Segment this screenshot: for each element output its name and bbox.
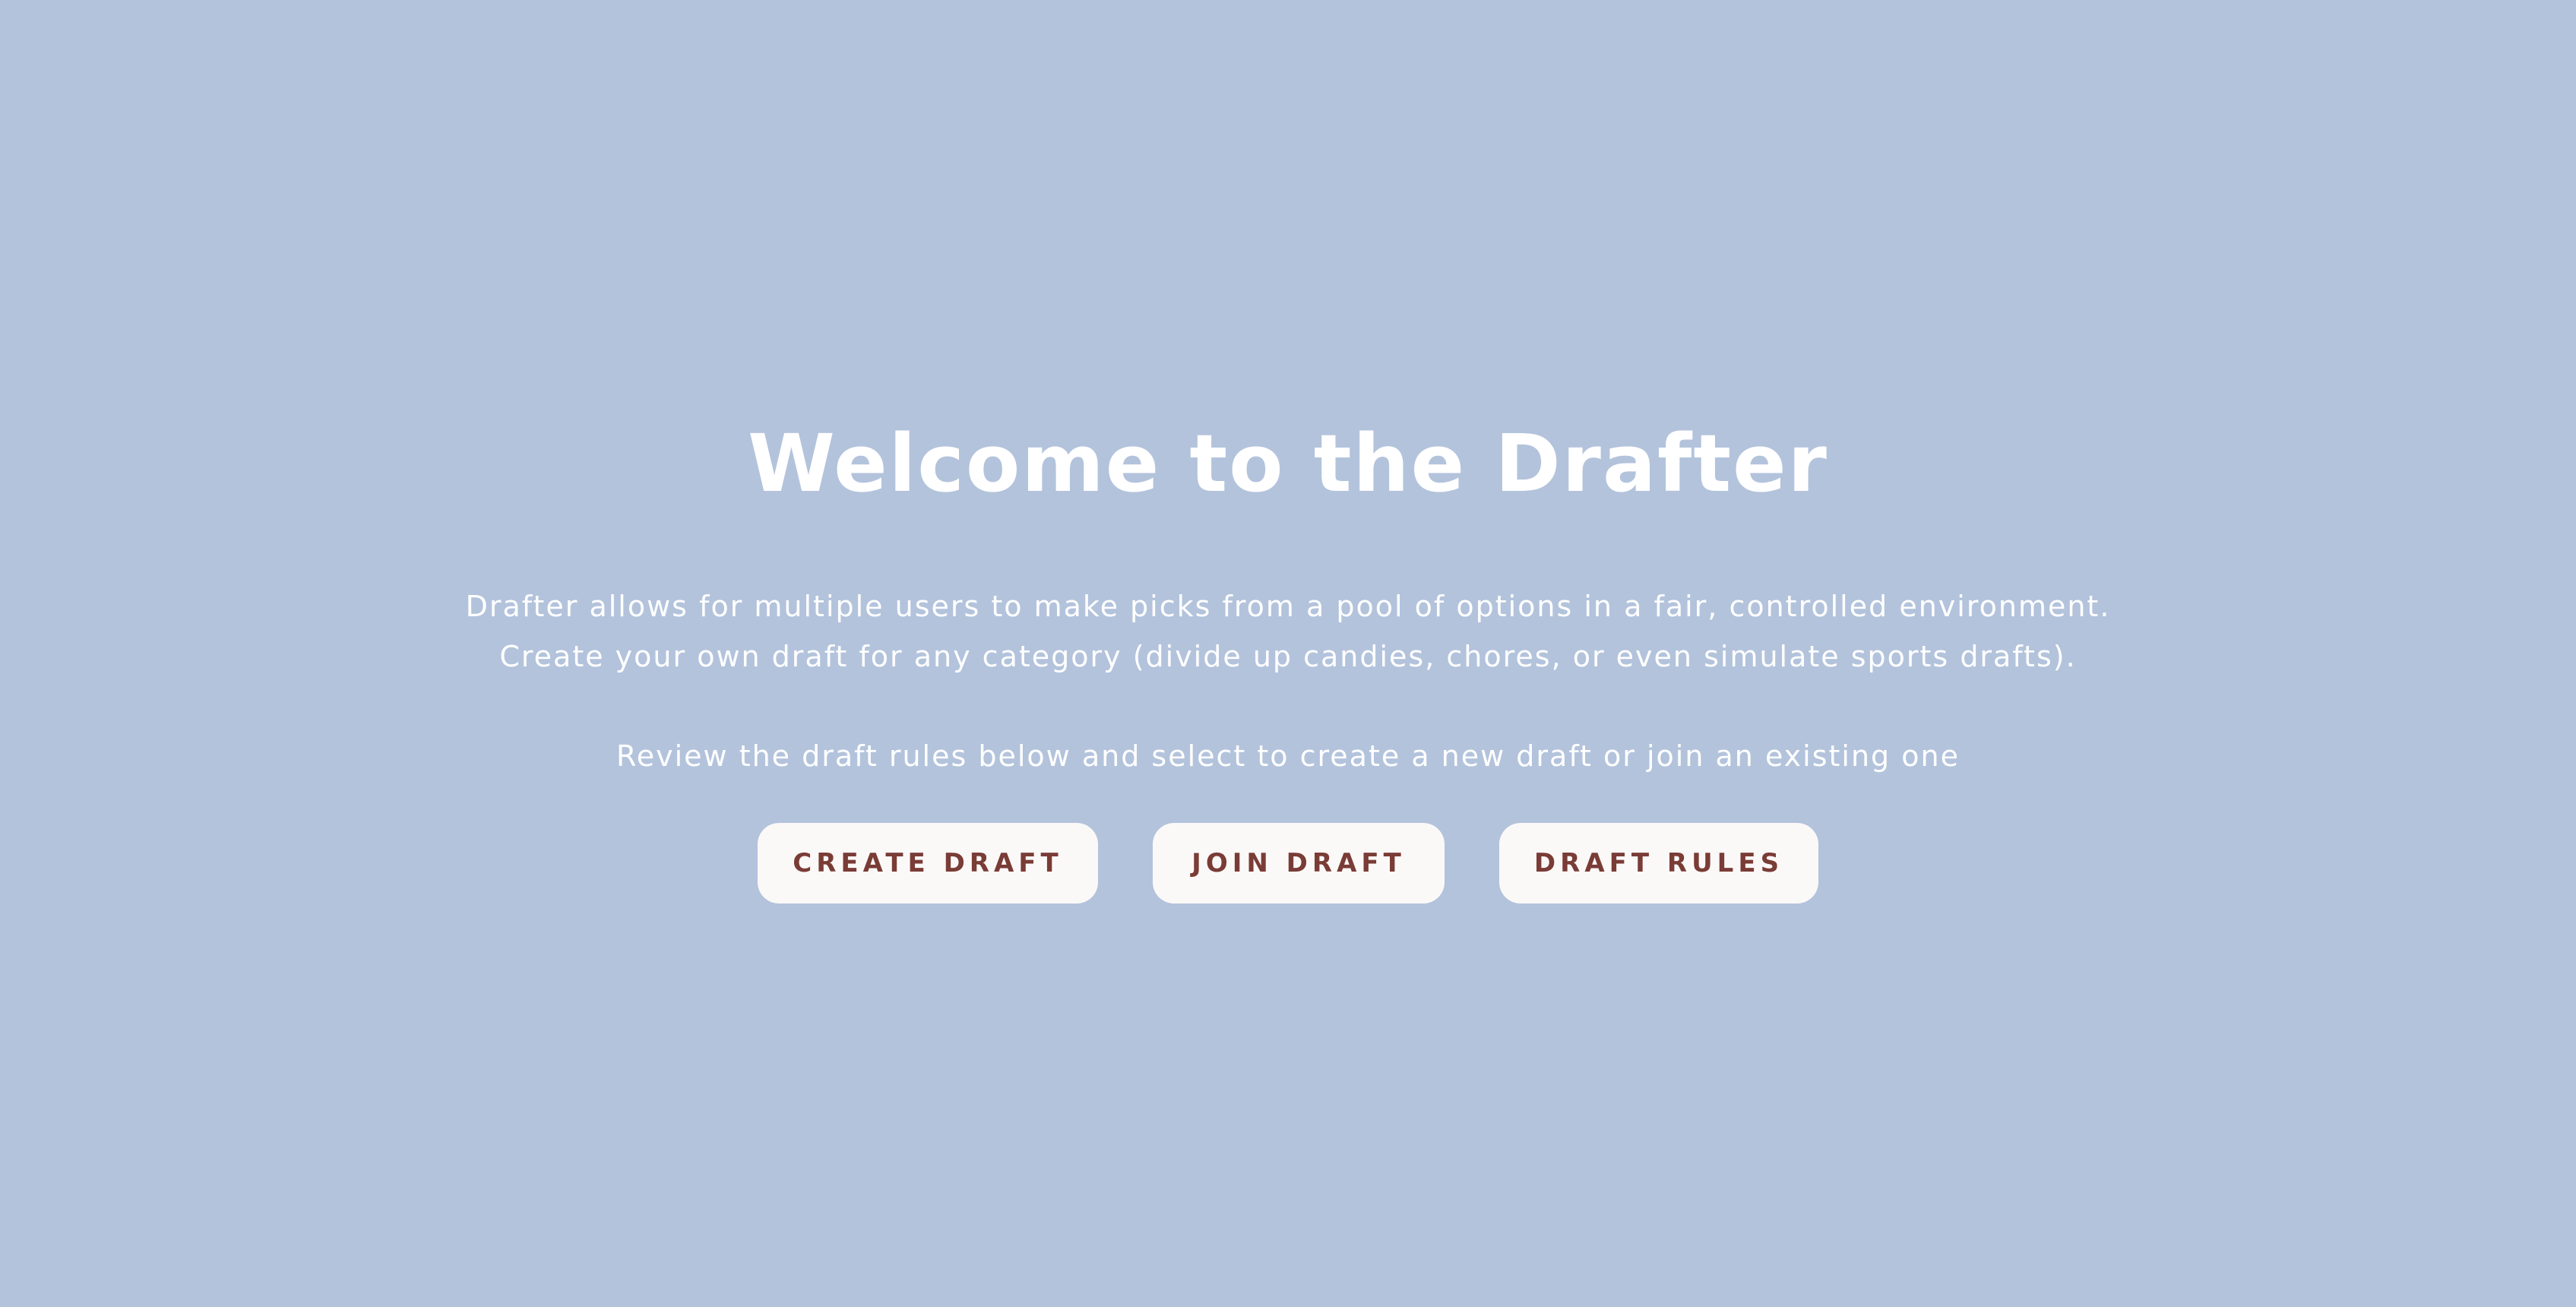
hero-section: Welcome to the Drafter Drafter allows fo… (0, 414, 2576, 904)
description: Drafter allows for multiple users to mak… (0, 581, 2576, 682)
instruction-text: Review the draft rules below and select … (616, 739, 1960, 773)
page-title: Welcome to the Drafter (748, 417, 1828, 510)
join-draft-button[interactable]: JOIN DRAFT (1153, 823, 1445, 904)
create-draft-button[interactable]: CREATE DRAFT (758, 823, 1098, 904)
description-line-2: Create your own draft for any category (… (499, 640, 2077, 673)
action-buttons: CREATE DRAFT JOIN DRAFT DRAFT RULES (0, 823, 2576, 904)
landing-page: Welcome to the Drafter Drafter allows fo… (0, 0, 2576, 1307)
description-line-1: Drafter allows for multiple users to mak… (465, 590, 2111, 623)
draft-rules-button[interactable]: DRAFT RULES (1499, 823, 1818, 904)
